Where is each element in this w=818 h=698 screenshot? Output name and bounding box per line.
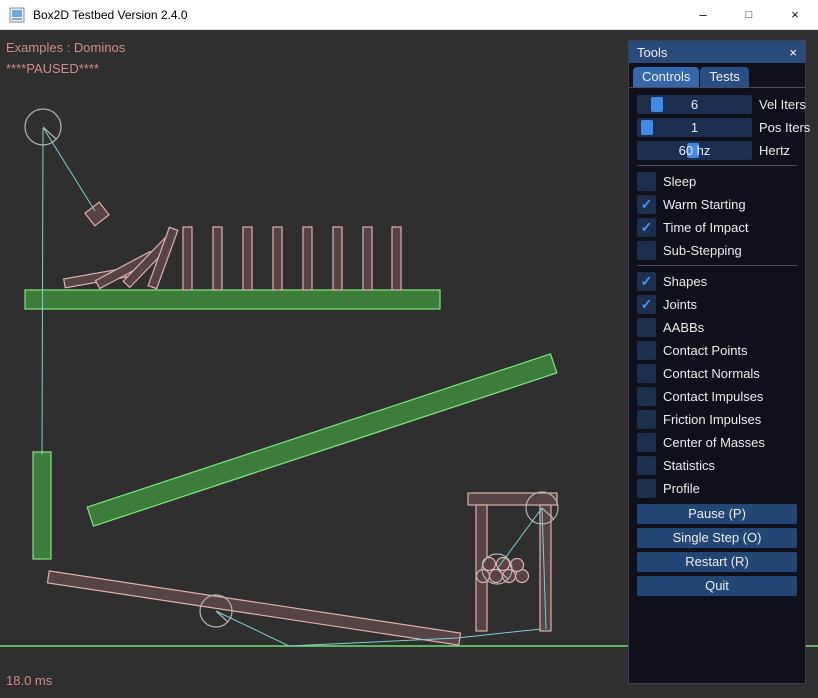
checkbox-shapes[interactable]: ✓ Shapes bbox=[637, 272, 797, 291]
domino bbox=[273, 227, 282, 290]
checkbox-contact-points[interactable]: Contact Points bbox=[637, 341, 797, 360]
checkbox-label: Friction Impulses bbox=[663, 412, 761, 427]
checkbox-box[interactable] bbox=[637, 456, 656, 475]
dynamic-bodies bbox=[47, 202, 557, 645]
checkbox-box[interactable] bbox=[637, 364, 656, 383]
separator bbox=[637, 265, 797, 266]
slider-row-vel-iters: 6 Vel Iters bbox=[637, 95, 797, 114]
checkbox-label: Profile bbox=[663, 481, 700, 496]
hertz-slider[interactable]: 60 hz bbox=[637, 141, 752, 160]
checkbox-sleep[interactable]: Sleep bbox=[637, 172, 797, 191]
separator bbox=[637, 165, 797, 166]
checkbox-label: Statistics bbox=[663, 458, 715, 473]
checkbox-time-of-impact[interactable]: ✓ Time of Impact bbox=[637, 218, 797, 237]
checkbox-friction-impulses[interactable]: Friction Impulses bbox=[637, 410, 797, 429]
checkbox-label: Contact Normals bbox=[663, 366, 760, 381]
checkbox-box[interactable] bbox=[637, 172, 656, 191]
shelf-platform bbox=[25, 290, 440, 309]
slider-row-pos-iters: 1 Pos Iters bbox=[637, 118, 797, 137]
title-bar: Box2D Testbed Version 2.4.0 – □ × bbox=[0, 0, 818, 30]
slider-value: 1 bbox=[637, 118, 752, 137]
checkbox-joints[interactable]: ✓ Joints bbox=[637, 295, 797, 314]
pendulum-box bbox=[85, 202, 109, 226]
checkbox-statistics[interactable]: Statistics bbox=[637, 456, 797, 475]
maximize-button[interactable]: □ bbox=[726, 0, 772, 30]
ball bbox=[497, 558, 510, 571]
checkbox-label: Shapes bbox=[663, 274, 707, 289]
minimize-button[interactable]: – bbox=[680, 0, 726, 30]
pos-iters-slider[interactable]: 1 bbox=[637, 118, 752, 137]
tools-panel: Tools × Controls Tests 6 Vel Iters 1 Pos… bbox=[628, 40, 806, 684]
checkbox-center-of-masses[interactable]: Center of Masses bbox=[637, 433, 797, 452]
checkbox-label: Sleep bbox=[663, 174, 696, 189]
hud-overlay: Examples : Dominos ****PAUSED**** bbox=[6, 37, 125, 79]
checkbox-label: Contact Points bbox=[663, 343, 748, 358]
single-step-o-button[interactable]: Single Step (O) bbox=[637, 528, 797, 548]
restart-r-button[interactable]: Restart (R) bbox=[637, 552, 797, 572]
checkbox-warm-starting[interactable]: ✓ Warm Starting bbox=[637, 195, 797, 214]
pause-p-button[interactable]: Pause (P) bbox=[637, 504, 797, 524]
tools-panel-close-icon[interactable]: × bbox=[789, 45, 797, 60]
action-buttons: Pause (P) Single Step (O) Restart (R) Quit bbox=[637, 504, 797, 596]
quit-button[interactable]: Quit bbox=[637, 576, 797, 596]
checkbox-aabbs[interactable]: AABBs bbox=[637, 318, 797, 337]
domino bbox=[243, 227, 252, 290]
checkbox-contact-impulses[interactable]: Contact Impulses bbox=[637, 387, 797, 406]
checkbox-label: Center of Masses bbox=[663, 435, 765, 450]
checkbox-box[interactable] bbox=[637, 410, 656, 429]
tab-tests[interactable]: Tests bbox=[700, 67, 748, 87]
checkbox-label: AABBs bbox=[663, 320, 704, 335]
slider-label: Vel Iters bbox=[759, 97, 806, 112]
solver-checkbox-group: Sleep ✓ Warm Starting ✓ Time of Impact Sub-St… bbox=[637, 172, 797, 260]
checkbox-box[interactable] bbox=[637, 433, 656, 452]
checkbox-label: Time of Impact bbox=[663, 220, 748, 235]
checkbox-profile[interactable]: Profile bbox=[637, 479, 797, 498]
tools-panel-body: 6 Vel Iters 1 Pos Iters 60 hz Hertz Slee bbox=[629, 88, 805, 596]
domino bbox=[183, 227, 192, 290]
checkmark-icon[interactable]: ✓ bbox=[637, 272, 656, 291]
seesaw-plank bbox=[47, 571, 460, 645]
paused-label: ****PAUSED**** bbox=[6, 58, 125, 79]
slider-value: 60 hz bbox=[637, 141, 752, 160]
domino bbox=[392, 227, 401, 290]
domino bbox=[363, 227, 372, 290]
checkbox-box[interactable] bbox=[637, 341, 656, 360]
slider-value: 6 bbox=[637, 95, 752, 114]
example-label: Examples : Dominos bbox=[6, 37, 125, 58]
checkbox-box[interactable] bbox=[637, 479, 656, 498]
slider-label: Hertz bbox=[759, 143, 790, 158]
checkmark-icon[interactable]: ✓ bbox=[637, 218, 656, 237]
vel-iters-slider[interactable]: 6 bbox=[637, 95, 752, 114]
window-controls: – □ × bbox=[680, 0, 818, 30]
ball bbox=[483, 558, 496, 571]
domino bbox=[213, 227, 222, 290]
checkmark-icon[interactable]: ✓ bbox=[637, 195, 656, 214]
checkbox-label: Sub-Stepping bbox=[663, 243, 742, 258]
vertical-post bbox=[33, 452, 51, 559]
checkbox-box[interactable] bbox=[637, 241, 656, 260]
checkbox-box[interactable] bbox=[637, 318, 656, 337]
domino bbox=[333, 227, 342, 290]
draw-checkbox-group: ✓ Shapes ✓ Joints AABBs Contact Points Contact… bbox=[637, 272, 797, 498]
checkbox-label: Joints bbox=[663, 297, 697, 312]
tools-panel-titlebar[interactable]: Tools × bbox=[629, 41, 805, 63]
tab-controls[interactable]: Controls bbox=[633, 67, 699, 87]
domino bbox=[303, 227, 312, 290]
checkbox-sub-stepping[interactable]: Sub-Stepping bbox=[637, 241, 797, 260]
slider-label: Pos Iters bbox=[759, 120, 810, 135]
slider-row-hertz: 60 hz Hertz bbox=[637, 141, 797, 160]
checkbox-label: Warm Starting bbox=[663, 197, 746, 212]
frame-time-label: 18.0 ms bbox=[6, 673, 52, 688]
simulation-canvas[interactable]: Examples : Dominos ****PAUSED**** 18.0 m… bbox=[0, 30, 818, 698]
checkbox-box[interactable] bbox=[637, 387, 656, 406]
frame-top-bar bbox=[468, 493, 557, 505]
close-button[interactable]: × bbox=[772, 0, 818, 30]
window-title: Box2D Testbed Version 2.4.0 bbox=[33, 8, 188, 22]
tab-bar: Controls Tests bbox=[629, 63, 805, 88]
app-icon bbox=[9, 7, 25, 23]
tools-panel-title: Tools bbox=[637, 45, 667, 60]
checkbox-label: Contact Impulses bbox=[663, 389, 763, 404]
checkmark-icon[interactable]: ✓ bbox=[637, 295, 656, 314]
checkbox-contact-normals[interactable]: Contact Normals bbox=[637, 364, 797, 383]
